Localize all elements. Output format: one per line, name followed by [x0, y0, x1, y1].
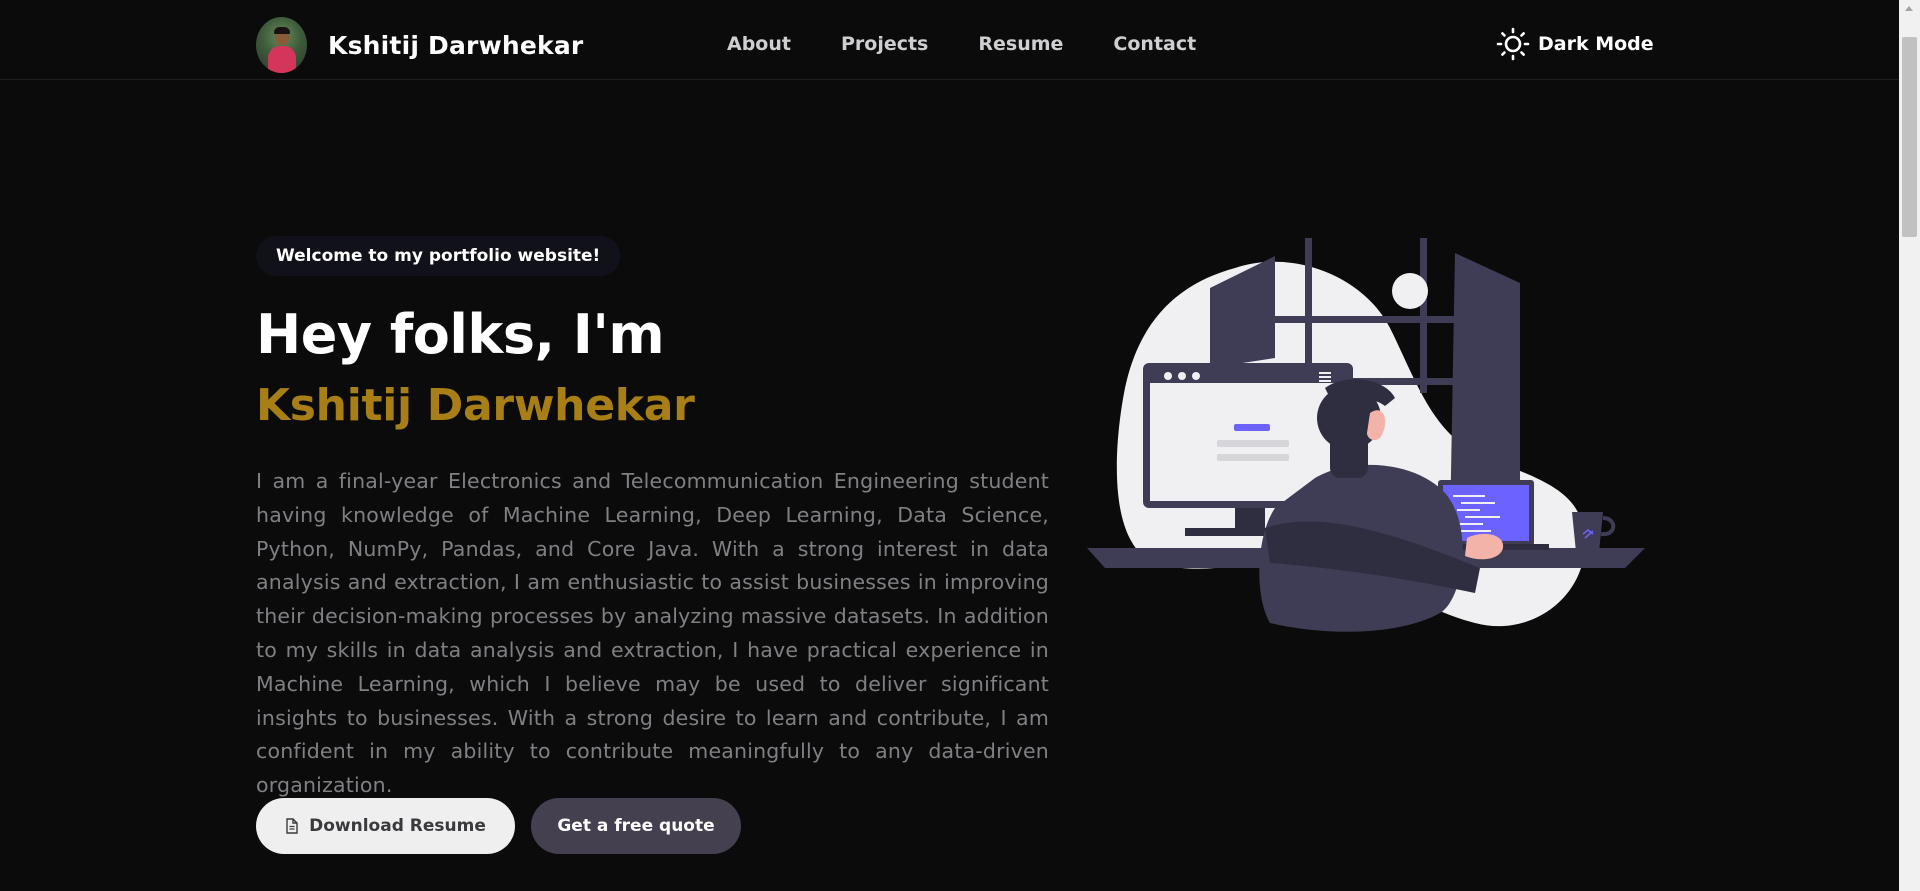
scrollbar-thumb[interactable]: [1902, 37, 1917, 237]
nav-about[interactable]: About: [727, 33, 791, 55]
nav-contact[interactable]: Contact: [1113, 33, 1196, 55]
document-icon: [286, 818, 298, 834]
dark-mode-label: Dark Mode: [1538, 33, 1654, 55]
brand[interactable]: Kshitij Darwhekar: [256, 17, 583, 73]
nav-projects[interactable]: Projects: [841, 33, 928, 55]
welcome-badge: Welcome to my portfolio website!: [256, 236, 621, 276]
sun-icon: [1496, 27, 1530, 61]
scroll-up-arrow-icon[interactable]: [1905, 6, 1913, 11]
free-quote-label: Get a free quote: [557, 816, 715, 836]
developer-illustration: [1087, 238, 1645, 632]
hero-description: I am a final-year Electronics and Teleco…: [256, 469, 1049, 798]
brand-name[interactable]: Kshitij Darwhekar: [328, 31, 583, 60]
free-quote-button[interactable]: Get a free quote: [531, 798, 741, 854]
download-resume-button[interactable]: Download Resume: [256, 798, 515, 854]
avatar: [256, 17, 307, 73]
download-resume-label: Download Resume: [309, 816, 486, 836]
dark-mode-toggle[interactable]: Dark Mode: [1496, 27, 1654, 61]
hero-greeting: Hey folks, I'm: [256, 303, 665, 366]
page-scrollbar[interactable]: [1899, 0, 1920, 891]
nav-resume[interactable]: Resume: [978, 33, 1063, 55]
site-header: Kshitij Darwhekar About Projects Resume …: [0, 0, 1899, 80]
main-nav: About Projects Resume Contact: [727, 33, 1246, 55]
hero-name: Kshitij Darwhekar: [256, 380, 695, 431]
